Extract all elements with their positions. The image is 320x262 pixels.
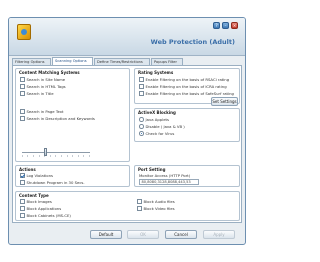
content-type-group: Content Type Block Images Block Applicat… <box>15 191 240 221</box>
actions-title: Actions <box>19 167 36 172</box>
http-port-field[interactable]: 80,8080,3128,8088,443,53 <box>139 179 199 185</box>
java-applets-label: Java Applets <box>145 117 170 122</box>
help-button[interactable]: ? <box>213 22 220 29</box>
icra-rating-option[interactable]: Enable Filtering on the basis of ICRA ra… <box>139 84 227 89</box>
search-html-tags-option[interactable]: Search in HTML Tags <box>20 84 66 89</box>
icra-rating-checkbox[interactable] <box>139 84 144 89</box>
actions-group: Actions Log Violations Shutdown Program … <box>15 165 130 187</box>
close-button[interactable]: × <box>231 22 238 29</box>
search-page-text-label: Search in Page Text <box>26 109 64 114</box>
rsaci-rating-option[interactable]: Enable Filtering on the basis of RSACi r… <box>139 77 229 82</box>
check-for-virus-radio[interactable] <box>139 131 144 136</box>
apply-button[interactable]: Apply <box>203 230 235 239</box>
safesurf-rating-option[interactable]: Enable Filtering on the basis of SafeSur… <box>139 91 234 96</box>
disable-java-vb-radio[interactable] <box>139 124 144 129</box>
search-title-label: Search in Title <box>26 91 54 96</box>
search-page-text-checkbox[interactable] <box>20 109 25 114</box>
shutdown-program-label: Shutdown Program in 30 Secs. <box>26 180 85 185</box>
block-audio-checkbox[interactable] <box>137 199 142 204</box>
tab-define-times-restrictions[interactable]: Define Times/Restrictions <box>94 58 150 65</box>
search-title-checkbox[interactable] <box>20 91 25 96</box>
port-setting-title: Port Setting <box>138 167 166 172</box>
monitor-access-label: Monitor Access (HTTP Port) <box>139 173 191 178</box>
rsaci-rating-checkbox[interactable] <box>139 77 144 82</box>
scanning-options-panel: Content Matching Systems Search in Site … <box>12 65 242 223</box>
cancel-button[interactable]: Cancel <box>165 230 197 239</box>
search-description-keywords-label: Search in Description and Keywords <box>26 116 95 121</box>
search-site-name-label: Search in Site Name <box>26 77 66 82</box>
block-images-option[interactable]: Block Images <box>20 199 52 204</box>
block-audio-label: Block Audio files <box>143 199 175 204</box>
block-images-checkbox[interactable] <box>20 199 25 204</box>
log-violations-option[interactable]: Log Violations <box>20 173 53 178</box>
block-images-label: Block Images <box>26 199 52 204</box>
web-protection-window: ? – × Web Protection (Adult) Filtering O… <box>8 17 246 245</box>
block-video-label: Block Video files <box>143 206 175 211</box>
safesurf-rating-label: Enable Filtering on the basis of SafeSur… <box>145 91 234 96</box>
check-for-virus-option[interactable]: Check for Virus <box>139 131 174 136</box>
search-description-keywords-checkbox[interactable] <box>20 116 25 121</box>
shutdown-program-option[interactable]: Shutdown Program in 30 Secs. <box>20 180 85 185</box>
disable-java-vb-option[interactable]: Disable ( Java & VB ) <box>139 124 185 129</box>
default-button[interactable]: Default <box>90 230 122 239</box>
search-description-keywords-option[interactable]: Search in Description and Keywords <box>20 116 95 121</box>
title-bar: ? – × Web Protection (Adult) <box>9 18 245 56</box>
shutdown-program-checkbox[interactable] <box>20 180 25 185</box>
tab-scanning-options[interactable]: Scanning Options <box>52 57 93 65</box>
block-audio-option[interactable]: Block Audio files <box>137 199 175 204</box>
sensitivity-slider-ticks <box>22 155 90 157</box>
block-applications-checkbox[interactable] <box>20 206 25 211</box>
block-cabinets-checkbox[interactable] <box>20 213 25 218</box>
content-type-title: Content Type <box>19 193 49 198</box>
port-setting-group: Port Setting Monitor Access (HTTP Port) … <box>134 165 240 187</box>
search-html-tags-label: Search in HTML Tags <box>26 84 66 89</box>
ok-button[interactable]: OK <box>127 230 159 239</box>
java-applets-radio[interactable] <box>139 117 144 122</box>
icra-rating-label: Enable Filtering on the basis of ICRA ra… <box>145 84 227 89</box>
java-applets-option[interactable]: Java Applets <box>139 117 169 122</box>
minimize-button[interactable]: – <box>222 22 229 29</box>
search-title-option[interactable]: Search in Title <box>20 91 54 96</box>
log-violations-label: Log Violations <box>26 173 54 178</box>
dialog-footer: Default OK Cancel Apply <box>9 226 245 244</box>
rating-systems-title: Rating Systems <box>138 70 174 75</box>
check-for-virus-label: Check for Virus <box>145 131 175 136</box>
rsaci-rating-label: Enable Filtering on the basis of RSACi r… <box>145 77 230 82</box>
sensitivity-slider-thumb[interactable] <box>44 148 47 156</box>
search-page-text-option[interactable]: Search in Page Text <box>20 109 64 114</box>
safesurf-rating-checkbox[interactable] <box>139 91 144 96</box>
block-cabinets-label: Block Cabinets (MS-CE) <box>26 213 71 218</box>
content-matching-group: Content Matching Systems Search in Site … <box>15 68 130 162</box>
sensitivity-slider-track[interactable] <box>22 152 90 153</box>
set-settings-button[interactable]: Set Settings <box>211 97 238 106</box>
search-site-name-option[interactable]: Search in Site Name <box>20 77 65 82</box>
block-cabinets-option[interactable]: Block Cabinets (MS-CE) <box>20 213 71 218</box>
block-applications-label: Block Applications <box>26 206 62 211</box>
content-matching-title: Content Matching Systems <box>19 70 80 75</box>
disable-java-vb-label: Disable ( Java & VB ) <box>145 124 185 129</box>
block-video-checkbox[interactable] <box>137 206 142 211</box>
search-site-name-checkbox[interactable] <box>20 77 25 82</box>
window-title: Web Protection (Adult) <box>150 38 235 46</box>
log-violations-checkbox[interactable] <box>20 173 25 178</box>
app-logo-icon <box>17 24 31 40</box>
activex-blocking-title: ActiveX Blocking <box>138 110 176 115</box>
activex-blocking-group: ActiveX Blocking Java Applets Disable ( … <box>134 108 240 142</box>
tab-filtering-options[interactable]: Filtering Options <box>12 58 51 65</box>
tab-popups-filter[interactable]: Popups Filter <box>151 58 183 65</box>
block-video-option[interactable]: Block Video files <box>137 206 175 211</box>
search-html-tags-checkbox[interactable] <box>20 84 25 89</box>
block-applications-option[interactable]: Block Applications <box>20 206 61 211</box>
